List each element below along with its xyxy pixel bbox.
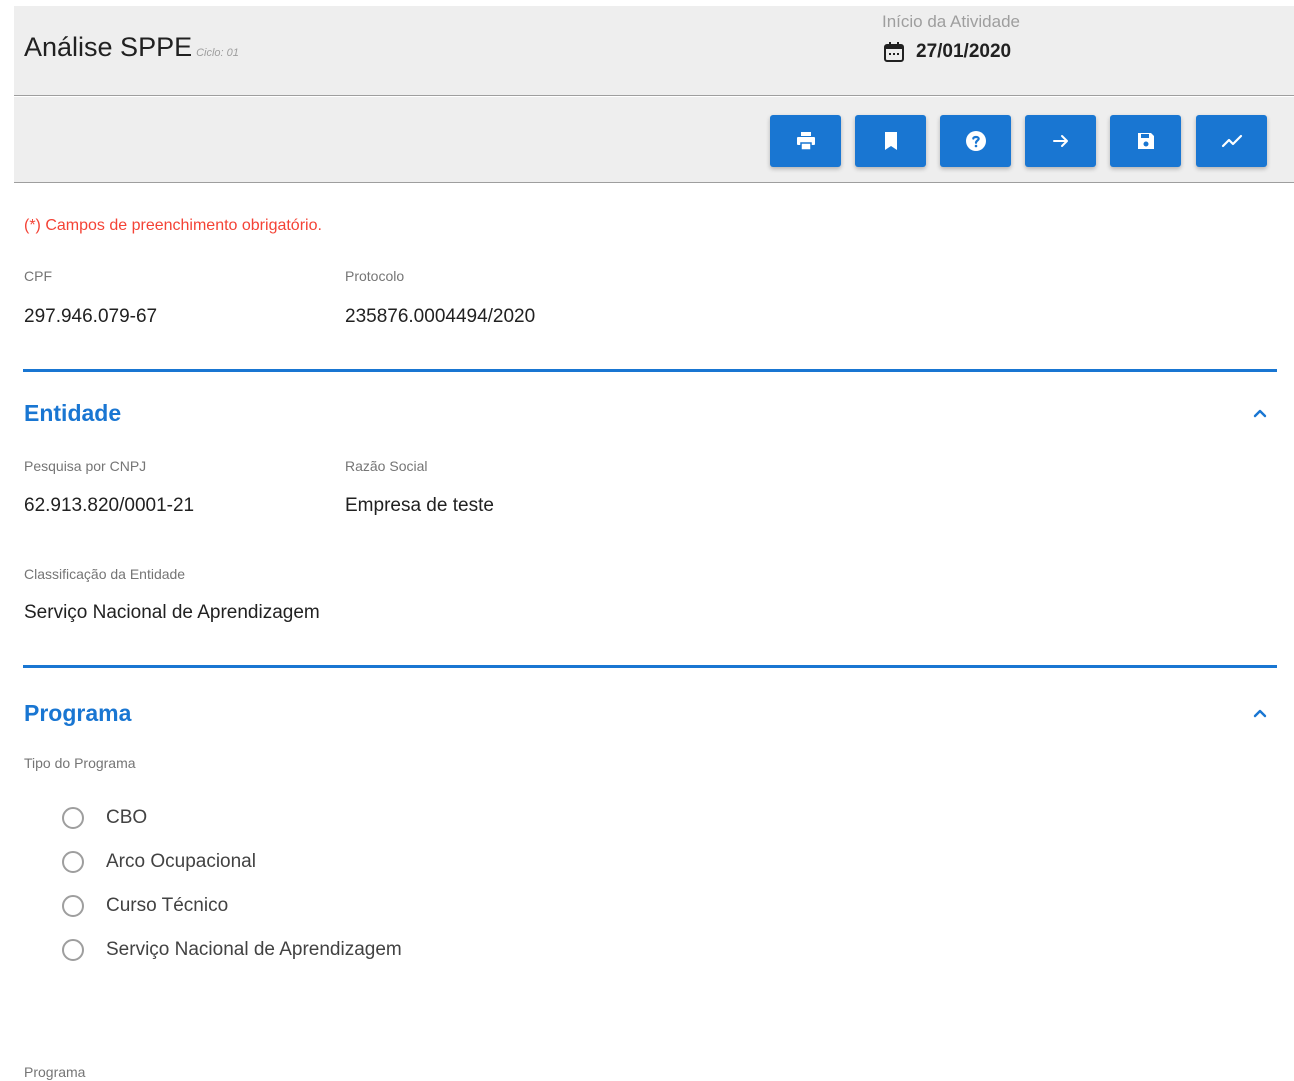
entidade-divider <box>23 369 1277 372</box>
cpf-label: CPF <box>24 268 52 284</box>
start-date-row: 27/01/2020 <box>882 40 1020 64</box>
radio-option-senai[interactable]: Serviço Nacional de Aprendizagem <box>62 939 402 961</box>
entidade-collapse-toggle[interactable] <box>1248 401 1272 425</box>
floppy-icon <box>1137 133 1154 149</box>
activity-start: Início da Atividade 27/01/2020 <box>882 12 1020 64</box>
radio-option-curso-tecnico[interactable]: Curso Técnico <box>62 895 228 917</box>
programa-collapse-toggle[interactable] <box>1248 701 1272 725</box>
arrow-right-icon <box>1052 135 1068 147</box>
entidade-title: Entidade <box>24 400 122 426</box>
protocol-label: Protocolo <box>345 268 405 284</box>
radio-label: CBO <box>106 807 148 828</box>
start-date: 27/01/2020 <box>916 41 1012 62</box>
protocol-value: 235876.0004494/2020 <box>345 306 536 327</box>
forward-button[interactable] <box>1025 115 1096 167</box>
start-label: Início da Atividade <box>882 12 1020 31</box>
programa-title: Programa <box>24 700 132 726</box>
classificacao-value: Serviço Nacional de Aprendizagem <box>24 602 320 623</box>
print-button[interactable] <box>770 115 841 167</box>
programa-divider <box>23 665 1277 668</box>
razao-social-value: Empresa de teste <box>345 495 494 516</box>
bookmark-button[interactable] <box>855 115 926 167</box>
chart-button[interactable] <box>1196 115 1267 167</box>
radio-circle[interactable] <box>62 851 84 873</box>
calendar-icon <box>884 42 904 62</box>
radio-label: Curso Técnico <box>106 895 229 916</box>
cpf-value: 297.946.079-67 <box>24 306 158 327</box>
radio-circle[interactable] <box>62 895 84 917</box>
chevron-up-icon <box>1253 409 1267 418</box>
radio-circle[interactable] <box>62 807 84 829</box>
radio-option-arco-ocupacional[interactable]: Arco Ocupacional <box>62 851 256 873</box>
radio-label: Serviço Nacional de Aprendizagem <box>106 939 402 960</box>
required-fields-note: (*) Campos de preenchimento obrigatório. <box>24 217 322 234</box>
radio-label: Arco Ocupacional <box>106 851 256 872</box>
tipo-programa-label: Tipo do Programa <box>24 755 136 771</box>
action-toolbar <box>14 97 1294 183</box>
save-button[interactable] <box>1110 115 1181 167</box>
help-button[interactable] <box>940 115 1011 167</box>
classificacao-label: Classificação da Entidade <box>24 566 186 582</box>
radio-circle[interactable] <box>62 939 84 961</box>
page-header: Análise SPPE Ciclo: 01 Início da Ativida… <box>14 6 1294 96</box>
radio-option-cbo[interactable]: CBO <box>62 807 147 829</box>
trend-icon <box>1221 134 1242 148</box>
bookmark-icon <box>884 132 897 150</box>
page-title: Análise SPPE <box>24 32 193 62</box>
title-group: Análise SPPE Ciclo: 01 <box>24 32 239 63</box>
cnpj-label: Pesquisa por CNPJ <box>24 458 147 474</box>
cycle-label: Ciclo: 01 <box>196 47 239 59</box>
printer-icon <box>796 132 815 151</box>
help-icon <box>965 131 986 151</box>
razao-social-label: Razão Social <box>345 458 428 474</box>
chevron-up-icon <box>1253 709 1267 718</box>
programa-label: Programa <box>24 1064 86 1080</box>
cnpj-value: 62.913.820/0001-21 <box>24 495 195 516</box>
